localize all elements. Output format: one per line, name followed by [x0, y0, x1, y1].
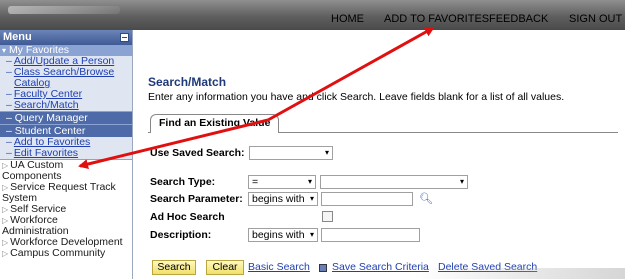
- basic-search-link[interactable]: Basic Search: [248, 261, 310, 273]
- nav-sign-out-link[interactable]: SIGN OUT: [569, 13, 622, 25]
- description-operator-select[interactable]: begins with ▾: [248, 228, 318, 242]
- nav-add-to-favorites-link[interactable]: ADD TO FAVORITES: [384, 13, 489, 25]
- menu-title: Menu: [3, 31, 32, 43]
- clear-button[interactable]: Clear: [206, 260, 244, 275]
- sidebar-item-edit-favorites[interactable]: – Edit Favorites: [0, 148, 132, 159]
- sidebar-menu: Menu ▾ My Favorites – Add/Update a Person…: [0, 30, 133, 279]
- favorites-section: ▾ My Favorites – Add/Update a Person – Cla…: [0, 45, 132, 160]
- chevron-down-icon: ▾: [309, 230, 314, 239]
- chevron-down-icon: ▾: [324, 148, 329, 157]
- ad-hoc-search-checkbox[interactable]: [322, 211, 333, 222]
- instructions-text: Enter any information you have and click…: [148, 91, 565, 103]
- collapse-menu-icon[interactable]: [120, 33, 129, 42]
- saved-search-select[interactable]: ▾: [249, 146, 333, 160]
- sidebar-item-search-match[interactable]: – Search/Match: [0, 100, 132, 111]
- page-title: Search/Match: [148, 75, 227, 89]
- description-input[interactable]: [321, 228, 420, 242]
- blurred-region: [414, 268, 625, 279]
- sidebar-item-query-manager[interactable]: – Query Manager: [0, 112, 132, 124]
- nav-feedback-link[interactable]: FEEDBACK: [489, 13, 548, 25]
- use-saved-search-label: Use Saved Search:: [150, 147, 245, 159]
- search-type-select[interactable]: ▾: [320, 175, 468, 189]
- sidebar-item-campus-community[interactable]: ▷ Campus Community: [0, 248, 132, 259]
- favorites-actions: – Add to Favorites – Edit Favorites: [0, 137, 132, 159]
- search-parameter-label: Search Parameter:: [150, 193, 243, 205]
- ad-hoc-search-label: Ad Hoc Search: [150, 211, 225, 223]
- tab-strip: Find an Existing Value: [148, 114, 618, 133]
- tab-find-existing-value[interactable]: Find an Existing Value: [150, 114, 280, 133]
- menu-header: Menu: [0, 30, 132, 45]
- lookup-search-icon[interactable]: 🔍︎: [419, 192, 433, 205]
- nav-home-link[interactable]: HOME: [331, 13, 364, 25]
- chevron-down-icon: ▾: [309, 194, 314, 203]
- chevron-down-icon: ▾: [459, 177, 464, 186]
- description-label: Description:: [150, 229, 212, 241]
- search-type-label: Search Type:: [150, 176, 216, 188]
- institution-logo: [8, 6, 120, 14]
- save-icon: [319, 264, 327, 272]
- search-parameter-operator-select[interactable]: begins with ▾: [248, 192, 318, 206]
- chevron-down-icon: ▾: [307, 177, 312, 186]
- favorites-links: – Add/Update a Person – Class Search/Brows…: [0, 56, 132, 111]
- search-type-operator-select[interactable]: = ▾: [248, 175, 316, 189]
- top-banner: HOME ADD TO FAVORITES FEEDBACK SIGN OUT: [0, 0, 625, 30]
- search-parameter-input[interactable]: [321, 192, 413, 206]
- search-button[interactable]: Search: [152, 260, 196, 275]
